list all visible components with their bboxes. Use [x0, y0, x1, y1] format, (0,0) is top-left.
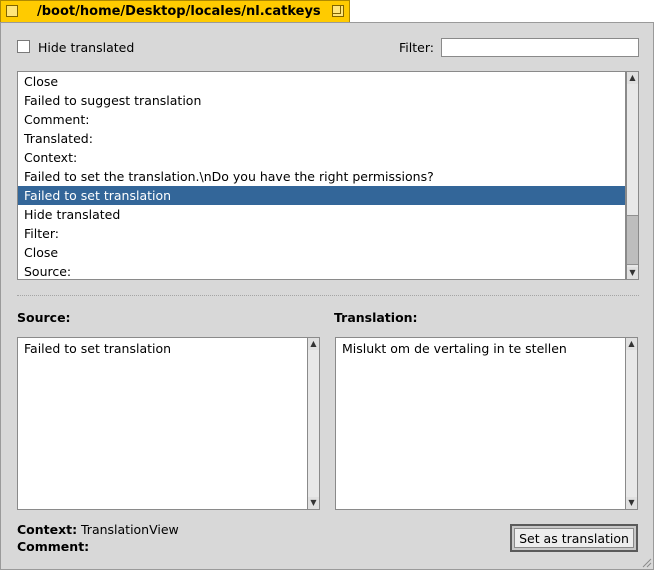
hide-translated-label[interactable]: Hide translated: [38, 40, 134, 55]
list-scrollbar[interactable]: ▲ ▼: [626, 71, 639, 280]
scroll-down-arrow-icon[interactable]: ▼: [627, 267, 638, 279]
list-item[interactable]: Context:: [18, 148, 625, 167]
window-title: /boot/home/Desktop/locales/nl.catkeys: [37, 4, 321, 19]
scroll-down-arrow-icon[interactable]: ▼: [626, 497, 637, 509]
list-scroll-thumb[interactable]: [627, 215, 638, 265]
source-label: Source:: [17, 310, 71, 325]
string-list[interactable]: Close Failed to suggest translation Comm…: [17, 71, 626, 280]
list-item[interactable]: Source:: [18, 262, 625, 279]
hide-translated-checkbox[interactable]: [17, 40, 30, 53]
scroll-up-arrow-icon[interactable]: ▲: [626, 338, 637, 350]
translation-scrollbar[interactable]: ▲ ▼: [625, 337, 638, 510]
scroll-up-arrow-icon[interactable]: ▲: [308, 338, 319, 350]
set-as-translation-button[interactable]: Set as translation: [510, 524, 638, 552]
translation-label: Translation:: [334, 310, 418, 325]
translation-text: Mislukt om de vertaling in te stellen: [342, 341, 567, 356]
resize-grip-icon[interactable]: [642, 558, 652, 568]
filter-input[interactable]: [441, 38, 639, 57]
context-label: Context:: [17, 522, 78, 537]
divider: [17, 295, 639, 296]
scroll-down-arrow-icon[interactable]: ▼: [308, 497, 319, 509]
source-text: Failed to set translation: [24, 341, 172, 356]
scroll-up-arrow-icon[interactable]: ▲: [627, 72, 638, 84]
list-item[interactable]: Filter:: [18, 224, 625, 243]
filter-label: Filter:: [399, 40, 434, 55]
list-item[interactable]: Close: [18, 72, 625, 91]
set-as-translation-label: Set as translation: [514, 528, 634, 548]
comment-label: Comment:: [17, 539, 90, 554]
list-item[interactable]: Translated:: [18, 129, 625, 148]
list-item[interactable]: Failed to set the translation.\nDo you h…: [18, 167, 625, 186]
list-item-selected[interactable]: Failed to set translation: [18, 186, 625, 205]
list-item[interactable]: Failed to suggest translation: [18, 91, 625, 110]
context-value: TranslationView: [81, 522, 179, 537]
source-text-view[interactable]: Failed to set translation: [17, 337, 308, 510]
zoom-box-icon[interactable]: [332, 5, 344, 17]
list-item[interactable]: Hide translated: [18, 205, 625, 224]
translation-text-view[interactable]: Mislukt om de vertaling in te stellen: [335, 337, 626, 510]
window-tab[interactable]: /boot/home/Desktop/locales/nl.catkeys: [0, 0, 350, 22]
source-scrollbar[interactable]: ▲ ▼: [307, 337, 320, 510]
close-box-icon[interactable]: [6, 5, 18, 17]
list-item[interactable]: Comment:: [18, 110, 625, 129]
list-item[interactable]: Close: [18, 243, 625, 262]
